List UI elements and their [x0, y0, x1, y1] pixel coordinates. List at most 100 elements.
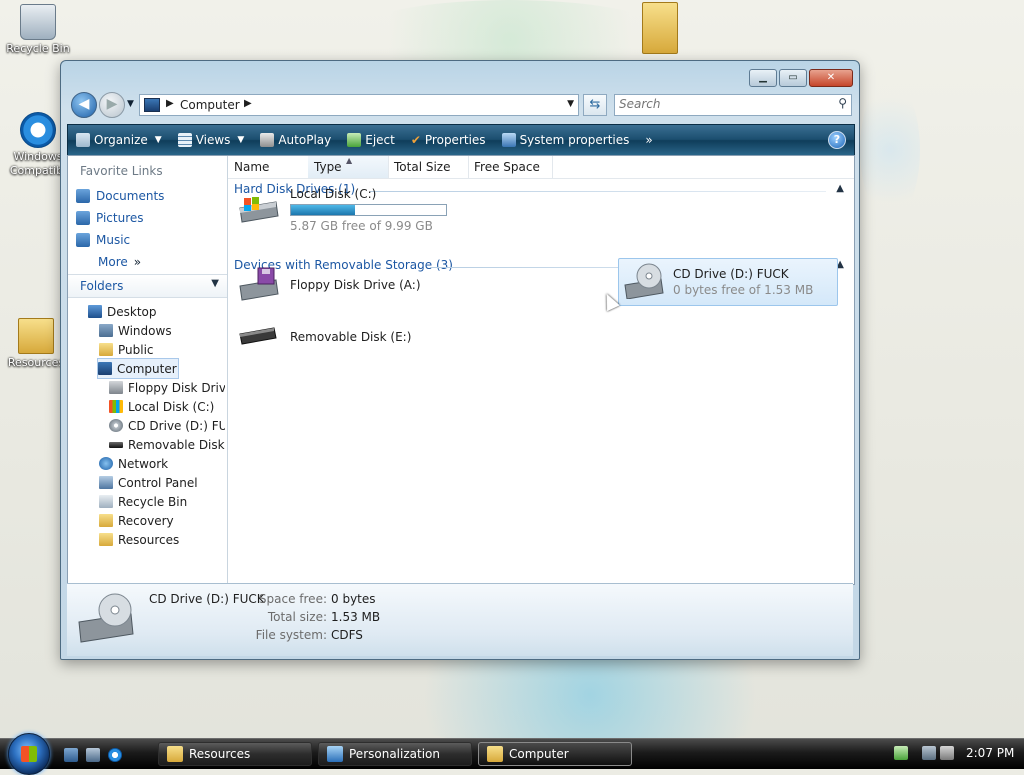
music-icon: [76, 233, 90, 247]
taskbar-button-personalization[interactable]: Personalization: [318, 742, 472, 766]
tree-item-network[interactable]: Network: [99, 454, 168, 473]
system-properties-button[interactable]: System properties: [494, 127, 638, 153]
help-button[interactable]: ?: [828, 131, 846, 149]
volume-tray-icon[interactable]: [940, 746, 954, 760]
tree-item-local-disk[interactable]: Local Disk (C:): [109, 397, 225, 416]
refresh-button[interactable]: ⇆: [583, 94, 607, 116]
navigation-pane: Favorite Links Documents Pictures Music …: [68, 156, 228, 584]
address-row: ◀ ▶ ▼ ▶ Computer ▶ ▼ ⇆ ⚲: [69, 91, 852, 119]
recent-pages-dropdown[interactable]: ▼: [127, 99, 134, 109]
favorite-link-label: Pictures: [96, 211, 144, 225]
desktop-icon-label: Recycle Bin: [6, 42, 70, 55]
tree-item-label: Desktop: [107, 304, 157, 319]
drive-free-space: 0 bytes free of 1.53 MB: [673, 283, 814, 297]
tree-item-label: CD Drive (D:) FUC: [128, 418, 225, 433]
breadcrumb-computer[interactable]: Computer: [180, 98, 240, 112]
tree-item-floppy[interactable]: Floppy Disk Drive: [109, 378, 225, 397]
favorite-link-label: Documents: [96, 189, 165, 203]
favorite-links-more[interactable]: More »: [98, 252, 141, 272]
address-dropdown-icon[interactable]: ▼: [567, 99, 574, 109]
views-button[interactable]: Views ▼: [170, 127, 253, 153]
security-tray-icon[interactable]: [894, 746, 908, 760]
views-label: Views: [195, 133, 231, 147]
tree-item-label: Windows: [118, 323, 172, 338]
views-icon: [177, 133, 192, 147]
autoplay-button[interactable]: AutoPlay: [252, 127, 339, 153]
tree-item-desktop[interactable]: Desktop: [88, 302, 157, 321]
tree-item-control-panel[interactable]: Control Panel: [99, 473, 198, 492]
favorite-link-pictures[interactable]: Pictures: [76, 208, 144, 228]
chevron-up-icon[interactable]: ▲: [836, 183, 844, 194]
properties-button[interactable]: ✔ Properties: [403, 127, 494, 153]
hard-disk-icon: [236, 190, 280, 226]
removable-disk-icon: [109, 441, 123, 448]
tree-item-public[interactable]: Public: [99, 340, 154, 359]
checkmark-icon: ✔: [410, 133, 421, 147]
tree-item-recovery[interactable]: Recovery: [99, 511, 174, 530]
search-input[interactable]: [615, 95, 819, 113]
caption-buttons: ▁ ▭ ✕: [749, 69, 853, 87]
pictures-icon: [76, 211, 90, 225]
drive-name: Local Disk (C:): [290, 187, 377, 201]
internet-explorer-icon[interactable]: [108, 748, 122, 762]
folder-icon: [99, 533, 113, 546]
breadcrumb-separator[interactable]: ▶: [166, 98, 174, 109]
cd-drive-icon: [109, 419, 123, 432]
network-tray-icon[interactable]: [922, 746, 936, 760]
cd-drive-icon: [621, 263, 665, 300]
drive-usage-fill: [291, 205, 355, 215]
forward-button[interactable]: ▶: [99, 92, 125, 118]
column-total-size[interactable]: Total Size: [388, 156, 469, 178]
wallpaper-deco: [860, 80, 920, 220]
tree-item-resources[interactable]: Resources: [99, 530, 179, 549]
breadcrumb-separator[interactable]: ▶: [244, 98, 252, 109]
taskbar-button-resources[interactable]: Resources: [158, 742, 312, 766]
tree-item-computer[interactable]: Computer: [97, 358, 179, 379]
eject-label: Eject: [365, 133, 395, 147]
tree-item-cd-drive[interactable]: CD Drive (D:) FUC: [109, 416, 225, 435]
desktop-icon-folder[interactable]: [636, 2, 684, 56]
favorite-links-title: Favorite Links: [80, 164, 163, 178]
close-button[interactable]: ✕: [809, 69, 853, 87]
tree-item-recycle-bin[interactable]: Recycle Bin: [99, 492, 187, 511]
details-total-size-value: 1.53 MB: [331, 610, 381, 624]
show-desktop-icon[interactable]: [64, 748, 78, 762]
chevron-down-icon: ▼: [237, 135, 245, 145]
autoplay-icon: [260, 133, 275, 147]
autoplay-label: AutoPlay: [278, 133, 332, 147]
back-button[interactable]: ◀: [71, 92, 97, 118]
toolbar-overflow-button[interactable]: »: [637, 127, 660, 153]
desktop-icon-recycle-bin[interactable]: Recycle Bin: [2, 4, 74, 55]
details-file-system-label: File system:: [255, 628, 327, 642]
column-name[interactable]: Name: [228, 156, 309, 178]
tree-item-removable-disk[interactable]: Removable Disk (E: [109, 435, 225, 454]
details-pane: CD Drive (D:) FUCK Space free: 0 bytes T…: [67, 583, 853, 656]
personalization-icon: [327, 746, 343, 762]
details-file-system-value: CDFS: [331, 628, 363, 642]
recycle-bin-icon: [99, 495, 113, 508]
address-bar[interactable]: ▶ Computer ▶ ▼: [139, 94, 579, 116]
taskbar-button-computer[interactable]: Computer: [478, 742, 632, 766]
folder-icon: [487, 746, 503, 762]
minimize-button[interactable]: ▁: [749, 69, 777, 87]
maximize-button[interactable]: ▭: [779, 69, 807, 87]
organize-button[interactable]: Organize ▼: [68, 127, 170, 153]
chevron-down-icon: ▼: [154, 135, 162, 145]
favorite-link-documents[interactable]: Documents: [76, 186, 164, 206]
folder-icon: [18, 318, 54, 354]
column-type[interactable]: Type ▲: [308, 156, 389, 178]
column-free-space[interactable]: Free Space: [468, 156, 553, 178]
search-box: ⚲: [614, 94, 852, 116]
clock[interactable]: 2:07 PM: [966, 746, 1014, 760]
tree-item-windows[interactable]: Windows: [99, 321, 172, 340]
drive-item-d-selected[interactable]: CD Drive (D:) FUCK 0 bytes free of 1.53 …: [618, 258, 838, 306]
chevron-down-icon: ▼: [211, 278, 219, 289]
system-properties-icon: [501, 133, 516, 147]
search-icon[interactable]: ⚲: [838, 96, 847, 110]
favorite-link-music[interactable]: Music: [76, 230, 130, 250]
folders-header[interactable]: Folders ▼: [68, 274, 227, 298]
tree-item-label: Control Panel: [118, 475, 198, 490]
switch-windows-icon[interactable]: [86, 748, 100, 762]
documents-icon: [76, 189, 90, 203]
start-button[interactable]: [8, 733, 50, 775]
